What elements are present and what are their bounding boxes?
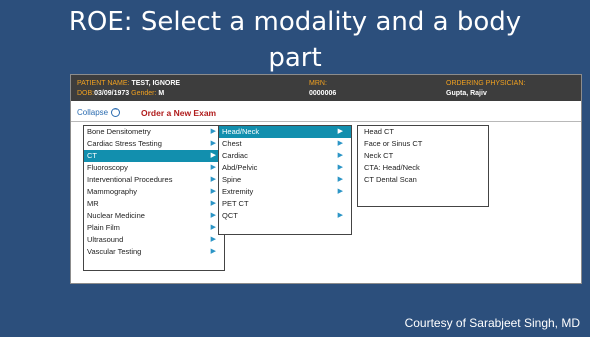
submenu-arrow-icon: ▶ [210, 128, 216, 135]
modality-item-label: Cardiac Stress Testing [87, 139, 162, 148]
exam-item[interactable]: CTA: Head/Neck [358, 162, 488, 174]
body-part-menu: Head/Neck ▶ Chest ▶ Cardiac ▶ Abd/Pelvic ▶ Spine… [218, 125, 352, 235]
modality-item[interactable]: Cardiac Stress Testing ▶ [84, 138, 224, 150]
modality-item[interactable]: Ultrasound ▶ [84, 234, 224, 246]
modality-item[interactable]: Bone Densitometry ▶ [84, 126, 224, 138]
submenu-arrow-icon: ▶ [210, 248, 216, 255]
submenu-arrow-icon: ▶ [337, 128, 343, 135]
patient-mrn: MRN: 0000006 [309, 79, 336, 99]
modality-item-label: Nuclear Medicine [87, 211, 145, 220]
submenu-arrow-icon: ▶ [210, 176, 216, 183]
submenu-arrow-icon: ▶ [210, 236, 216, 243]
body-part-item[interactable]: Extremity ▶ [219, 186, 351, 198]
submenu-arrow-icon: ▶ [337, 176, 343, 183]
submenu-arrow-icon: ▶ [337, 188, 343, 195]
submenu-arrow-icon: ▶ [337, 212, 343, 219]
modality-item[interactable]: Nuclear Medicine ▶ [84, 210, 224, 222]
body-part-item-label: Spine [222, 175, 242, 184]
body-part-item[interactable]: Chest ▶ [219, 138, 351, 150]
submenu-arrow-icon: ▶ [210, 188, 216, 195]
physician-label: ORDERING PHYSICIAN: [446, 80, 526, 87]
modality-item-label: CT [87, 151, 97, 160]
patient-name-label: PATIENT NAME: [77, 80, 130, 87]
gender-label: Gender: [131, 90, 157, 97]
body-part-item[interactable]: Cardiac ▶ [219, 150, 351, 162]
body-part-item[interactable]: Abd/Pelvic ▶ [219, 162, 351, 174]
modality-item-label: Mammography [87, 187, 138, 196]
modality-item-label: Fluoroscopy [87, 163, 128, 172]
header-divider [71, 121, 581, 122]
dob-label: DOB: [77, 90, 95, 97]
submenu-arrow-icon: ▶ [337, 152, 343, 159]
submenu-arrow-icon: ▶ [337, 140, 343, 147]
modality-item-label: MR [87, 199, 99, 208]
ordering-app-window: PATIENT NAME: TEST, IGNORE DOB:03/09/197… [70, 74, 582, 284]
exam-item-label: CTA: Head/Neck [364, 163, 420, 172]
modality-item[interactable]: Mammography ▶ [84, 186, 224, 198]
body-part-item-label: QCT [222, 211, 238, 220]
collapse-button[interactable]: Collapse ⌃ [77, 107, 121, 119]
submenu-arrow-icon: ▶ [210, 224, 216, 231]
exam-header: Collapse ⌃ Order a New Exam [71, 107, 581, 119]
modality-item[interactable]: CT ▶ [84, 150, 224, 162]
modality-item-label: Plain Film [87, 223, 120, 232]
exam-item[interactable]: Face or Sinus CT [358, 138, 488, 150]
modality-item[interactable]: MR ▶ [84, 198, 224, 210]
ordering-physician: ORDERING PHYSICIAN: Gupta, Rajiv [446, 79, 525, 99]
patient-identity: PATIENT NAME: TEST, IGNORE DOB:03/09/197… [77, 79, 180, 99]
body-part-item-label: Head/Neck [222, 127, 260, 136]
modality-item[interactable]: Fluoroscopy ▶ [84, 162, 224, 174]
patient-dob: 03/09/1973 [94, 90, 130, 97]
physician-name: Gupta, Rajiv [446, 90, 487, 97]
body-part-item[interactable]: QCT ▶ [219, 210, 351, 222]
patient-gender: M [158, 90, 165, 97]
collapse-label: Collapse [77, 108, 109, 117]
exam-item[interactable]: Neck CT [358, 150, 488, 162]
exam-item-label: Face or Sinus CT [364, 139, 423, 148]
patient-info-bar: PATIENT NAME: TEST, IGNORE DOB:03/09/197… [71, 75, 581, 101]
chevron-up-icon: ⌃ [111, 108, 121, 118]
submenu-arrow-icon: ▶ [337, 164, 343, 171]
patient-name: TEST, IGNORE [131, 80, 181, 87]
body-part-item[interactable]: PET CT [219, 198, 351, 210]
body-part-item-label: Abd/Pelvic [222, 163, 258, 172]
submenu-arrow-icon: ▶ [210, 200, 216, 207]
submenu-arrow-icon: ▶ [210, 164, 216, 171]
modality-menu: Bone Densitometry ▶ Cardiac Stress Testing… [83, 125, 225, 271]
submenu-arrow-icon: ▶ [210, 152, 216, 159]
exam-item[interactable]: Head CT [358, 126, 488, 138]
slide-title-continuation: part [268, 43, 322, 73]
credit-text: Courtesy of Sarabjeet Singh, MD [404, 316, 580, 330]
modality-item-label: Bone Densitometry [87, 127, 151, 136]
modality-item[interactable]: Plain Film ▶ [84, 222, 224, 234]
order-new-exam-title: Order a New Exam [141, 108, 217, 118]
mrn-label: MRN: [309, 80, 327, 87]
body-part-item[interactable]: Spine ▶ [219, 174, 351, 186]
body-part-item-label: PET CT [222, 199, 249, 208]
body-part-item-label: Cardiac [222, 151, 248, 160]
modality-item-label: Interventional Procedures [87, 175, 173, 184]
modality-item[interactable]: Interventional Procedures ▶ [84, 174, 224, 186]
exam-item-label: Neck CT [364, 151, 394, 160]
modality-item-label: Ultrasound [87, 235, 124, 244]
body-part-item-label: Chest [222, 139, 242, 148]
exam-menu: Head CT Face or Sinus CT Neck CT CTA: Head/… [357, 125, 489, 207]
modality-item-label: Vascular Testing [87, 247, 142, 256]
submenu-arrow-icon: ▶ [210, 140, 216, 147]
exam-item[interactable]: CT Dental Scan [358, 174, 488, 186]
modality-item[interactable]: Vascular Testing ▶ [84, 246, 224, 258]
submenu-arrow-icon: ▶ [210, 212, 216, 219]
slide-title: ROE: Select a modality and a body [68, 7, 522, 37]
mrn-value: 0000006 [309, 90, 337, 97]
exam-item-label: CT Dental Scan [364, 175, 417, 184]
body-part-item[interactable]: Head/Neck ▶ [219, 126, 351, 138]
exam-item-label: Head CT [364, 127, 395, 136]
body-part-item-label: Extremity [222, 187, 254, 196]
